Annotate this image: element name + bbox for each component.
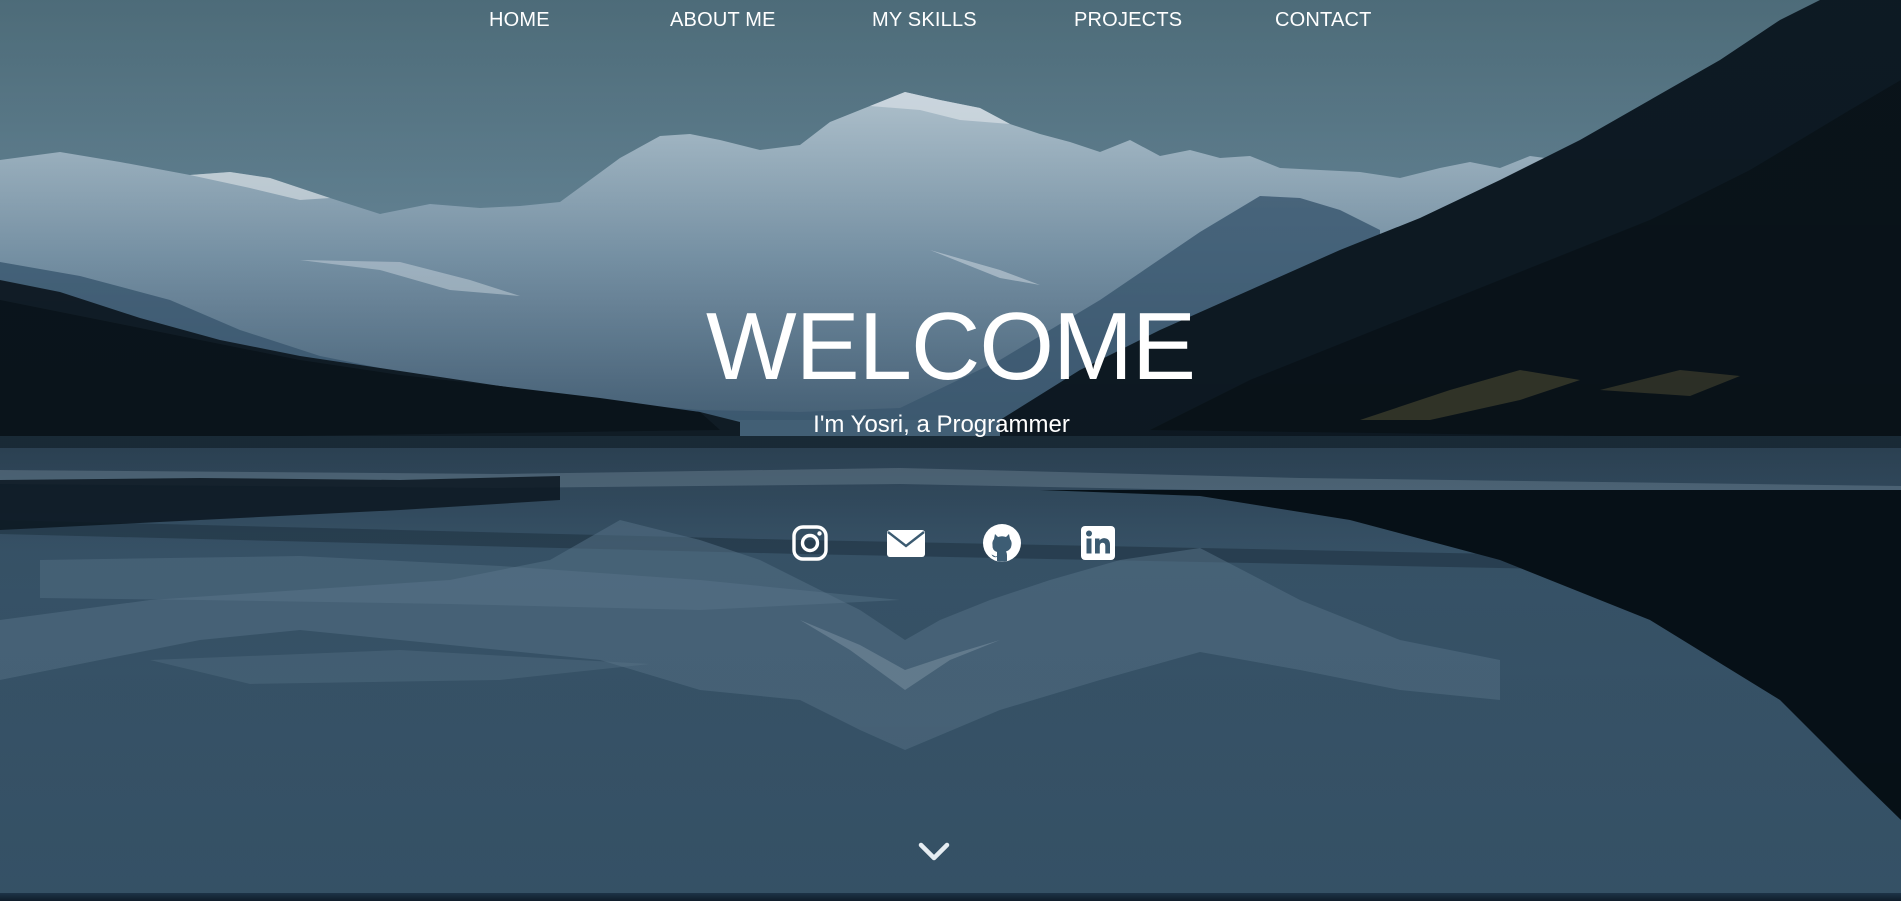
linkedin-icon — [1081, 526, 1115, 560]
linkedin-link[interactable] — [1077, 522, 1119, 564]
nav-my-skills[interactable]: MY SKILLS — [872, 9, 977, 32]
envelope-icon — [887, 530, 925, 557]
nav-about-me[interactable]: ABOUT ME — [670, 9, 776, 32]
section-divider — [0, 893, 1901, 901]
chevron-down-icon — [918, 842, 950, 861]
hero-title: WELCOME — [705, 293, 1196, 400]
github-icon — [983, 524, 1021, 562]
hero-subtitle: I'm Yosri, a Programmer — [813, 411, 1070, 438]
mountain-lake-background — [0, 0, 1901, 901]
hero-section: HOME ABOUT ME MY SKILLS PROJECTS CONTACT… — [0, 0, 1901, 901]
nav-contact[interactable]: CONTACT — [1275, 9, 1372, 32]
instagram-icon — [792, 525, 828, 561]
github-link[interactable] — [981, 522, 1023, 564]
email-link[interactable] — [885, 522, 927, 564]
nav-projects[interactable]: PROJECTS — [1074, 9, 1182, 32]
instagram-link[interactable] — [789, 522, 831, 564]
top-nav: HOME ABOUT ME MY SKILLS PROJECTS CONTACT — [0, 0, 1901, 42]
nav-home[interactable]: HOME — [489, 9, 550, 32]
scroll-down-button[interactable] — [916, 838, 952, 866]
